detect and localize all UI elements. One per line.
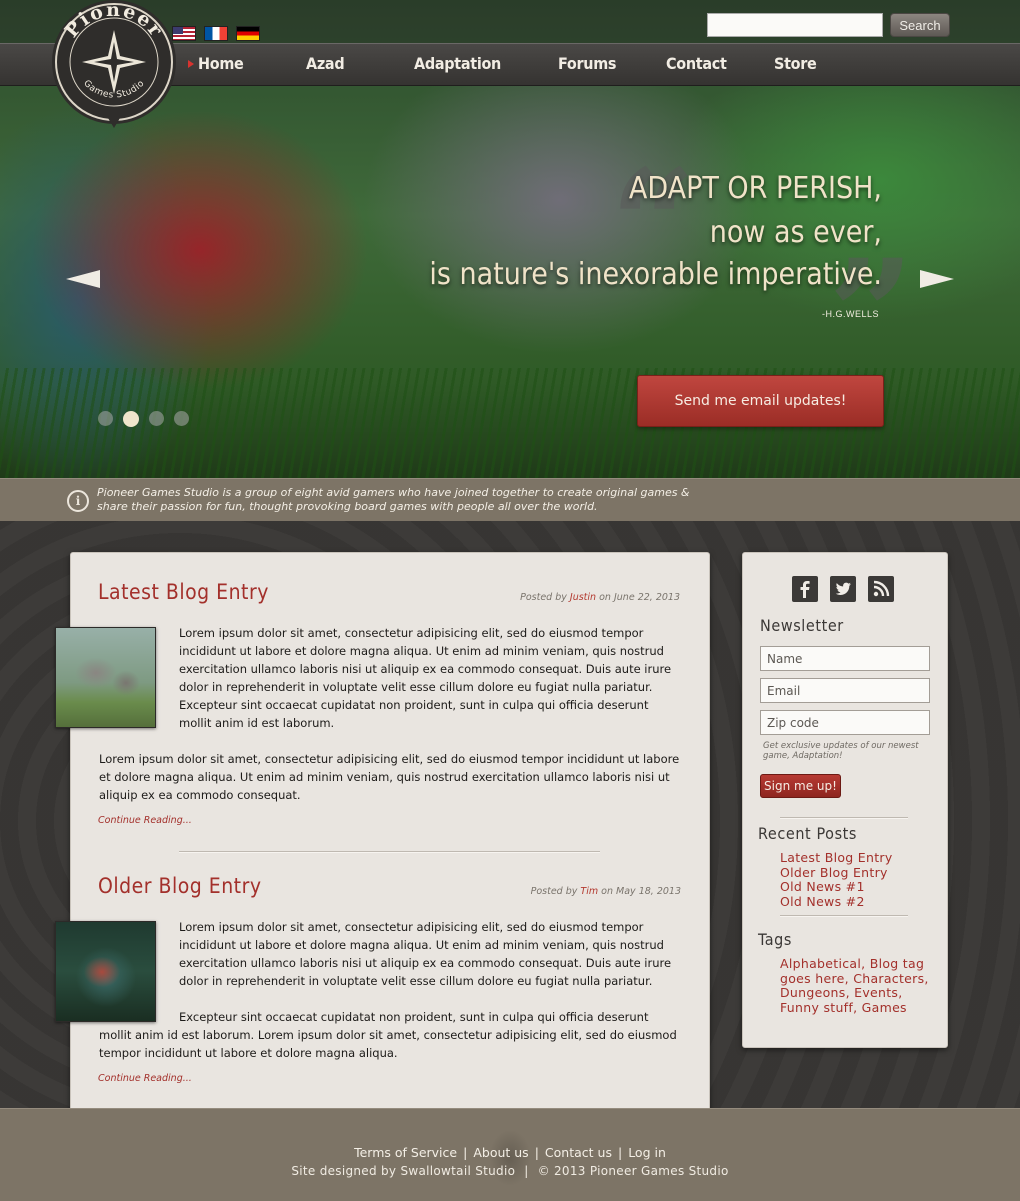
newsletter-heading: Newsletter (760, 616, 844, 635)
slider-dot[interactable] (149, 411, 164, 426)
name-field[interactable] (760, 646, 930, 671)
footer-separator: | (617, 1145, 623, 1160)
email-field[interactable] (760, 678, 930, 703)
footer-separator: | (463, 1145, 468, 1160)
tag-link[interactable]: Characters (853, 971, 924, 986)
sidebar-divider (780, 817, 908, 819)
tag-link[interactable]: Games (862, 1000, 907, 1015)
post-date: June 22, 2013 (613, 592, 680, 603)
post-paragraph: Lorem ipsum dolor sit amet, consectetur … (99, 752, 680, 802)
post-title[interactable]: Latest Blog Entry (98, 580, 269, 604)
info-text: Pioneer Games Studio is a group of eight… (97, 486, 690, 513)
nav-item-home[interactable]: Home (198, 43, 244, 84)
post-author-link[interactable]: Tim (580, 886, 598, 897)
nav-item-store[interactable]: Store (774, 43, 817, 84)
email-updates-button[interactable]: Send me email updates! (637, 375, 884, 427)
slider-dots (98, 408, 199, 427)
right-arrow-icon[interactable] (920, 270, 954, 288)
hero-quote-line-2: now as ever, (709, 215, 882, 250)
terms-of-service-link[interactable]: Terms of Service (354, 1145, 457, 1160)
designer-credit[interactable]: Site designed by Swallowtail Studio (291, 1164, 515, 1178)
recent-post-link[interactable]: Latest Blog Entry (780, 850, 893, 866)
recent-post-link[interactable]: Older Blog Entry (780, 865, 893, 881)
nav-item-adaptation[interactable]: Adaptation (414, 43, 501, 84)
info-icon: i (67, 490, 89, 512)
search-input[interactable] (707, 13, 883, 37)
post-paragraph: Lorem ipsum dolor sit amet, consectetur … (179, 626, 672, 730)
rss-icon[interactable] (868, 576, 894, 602)
nav-item-contact[interactable]: Contact (666, 43, 727, 84)
slider-dot-active[interactable] (123, 410, 139, 427)
tag-link[interactable]: Dungeons (780, 985, 846, 1000)
post-divider (179, 851, 600, 853)
log-in-link[interactable]: Log in (628, 1145, 666, 1160)
post-meta-on: on (599, 592, 611, 603)
sidebar-divider (780, 915, 908, 917)
logo[interactable]: Pioneer Games Studio (48, 0, 180, 132)
post-title[interactable]: Older Blog Entry (98, 874, 262, 898)
slider-dot[interactable] (98, 411, 113, 426)
post-meta: Posted by Justin on June 22, 2013 (520, 592, 680, 603)
recent-posts-list: Latest Blog Entry Older Blog Entry Old N… (780, 850, 893, 910)
post-meta-prefix: Posted by (520, 592, 567, 603)
post-meta: Posted by Tim on May 18, 2013 (531, 886, 681, 897)
hero-quote-author: -H.G.WELLS (821, 309, 879, 319)
footer-separator: | (534, 1145, 539, 1160)
recent-posts-heading: Recent Posts (758, 824, 858, 843)
post-meta-on: on (601, 886, 613, 897)
newsletter-note: Get exclusive updates of our newest game… (763, 741, 919, 761)
contact-us-link[interactable]: Contact us (545, 1145, 612, 1160)
continue-reading-link[interactable]: Continue Reading... (98, 1073, 192, 1084)
nav-item-forums[interactable]: Forums (558, 43, 617, 84)
tags-heading: Tags (758, 930, 793, 949)
post-paragraph: Excepteur sint occaecat cupidatat non pr… (99, 1010, 677, 1060)
recent-post-link[interactable]: Old News #2 (780, 894, 893, 910)
post-thumbnail[interactable] (55, 627, 156, 728)
footer-credits: Site designed by Swallowtail Studio | © 20… (0, 1164, 1020, 1178)
fr-flag-icon[interactable] (204, 26, 229, 41)
post-thumbnail[interactable] (55, 921, 156, 1022)
post-date: May 18, 2013 (616, 886, 681, 897)
footer-separator: | (524, 1164, 529, 1178)
hero-quote-line-1: ADAPT OR PERISH, (628, 171, 882, 206)
twitter-icon[interactable] (830, 576, 856, 602)
tag-link[interactable]: Events (854, 985, 898, 1000)
footer-links: Terms of Service | About us | Contact us | Log… (0, 1145, 1020, 1160)
slider-dot[interactable] (174, 411, 189, 426)
continue-reading-link[interactable]: Continue Reading... (98, 815, 192, 826)
search-button[interactable]: Search (890, 13, 950, 37)
copyright-text: © 2013 Pioneer Games Studio (537, 1164, 729, 1178)
info-bar: i Pioneer Games Studio is a group of eig… (0, 478, 1020, 522)
post-author-link[interactable]: Justin (570, 592, 596, 603)
post-paragraph: Lorem ipsum dolor sit amet, consectetur … (179, 920, 672, 988)
tag-link[interactable]: Funny stuff (780, 1000, 853, 1015)
post-meta-prefix: Posted by (530, 886, 578, 897)
hero-quote-line-3: is nature's inexorable imperative. (429, 257, 882, 292)
de-flag-icon[interactable] (236, 26, 261, 41)
active-nav-arrow-icon (188, 60, 194, 68)
zip-code-field[interactable] (760, 710, 930, 735)
about-us-link[interactable]: About us (473, 1145, 528, 1160)
tag-cloud: Alphabetical, Blog tag goes here, Charac… (780, 956, 929, 1015)
sign-me-up-button[interactable]: Sign me up! (760, 774, 841, 798)
recent-post-link[interactable]: Old News #1 (780, 879, 893, 895)
left-arrow-icon[interactable] (66, 270, 100, 288)
facebook-icon[interactable] (792, 576, 818, 602)
nav-item-azad[interactable]: Azad (306, 43, 345, 84)
tag-link[interactable]: Alphabetical (780, 956, 861, 971)
